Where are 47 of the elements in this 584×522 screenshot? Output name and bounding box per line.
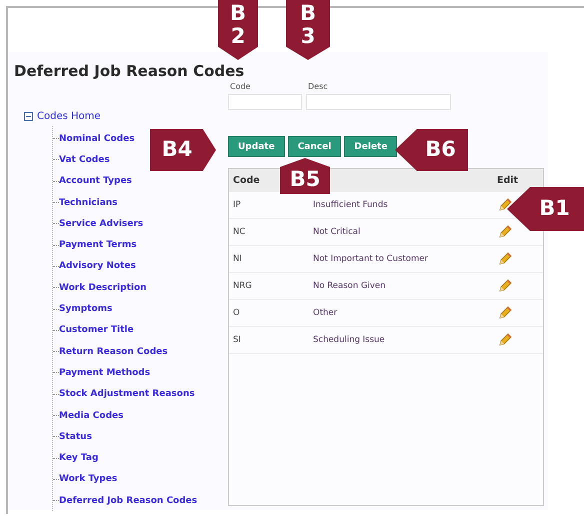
tree-link[interactable]: Technicians [59, 198, 118, 208]
tree-link[interactable]: Media Codes [59, 410, 124, 420]
tree-link[interactable]: Service Advisers [59, 218, 144, 229]
table-cell-text: NI [232, 254, 243, 264]
column-header: Edit [496, 174, 520, 186]
table-cell-text: Insufficient Funds [313, 199, 389, 212]
tree-link[interactable]: Key Tag [59, 453, 98, 464]
page-title: Deferred Job Reason Codes [14, 62, 246, 80]
text-field[interactable] [228, 94, 302, 110]
field-label: Code [229, 82, 252, 92]
callout-marker: B2 [218, 0, 258, 60]
tree-link[interactable]: Stock Adjustment Reasons [59, 389, 195, 400]
pencil-icon[interactable] [497, 332, 513, 348]
pencil-icon[interactable] [497, 305, 513, 321]
column-header: Code [232, 174, 261, 186]
pencil-icon[interactable] [497, 251, 513, 267]
tree-link[interactable]: Account Types [59, 176, 132, 186]
table-cell-text: No Reason Given [313, 280, 387, 293]
tree-link[interactable]: Payment Methods [59, 368, 150, 378]
tree-link[interactable]: Status [59, 432, 92, 442]
callout-marker: B4 [150, 129, 216, 171]
tree-link[interactable]: Customer Title [59, 325, 134, 336]
table-cell-text: Not Important to Customer [313, 253, 429, 266]
table-cell-text: Scheduling Issue [313, 334, 386, 347]
tree-link[interactable]: Vat Codes [59, 154, 110, 165]
table-cell-text: NRG [232, 281, 253, 291]
callout-marker: B3 [286, 0, 330, 60]
collapse-icon[interactable] [24, 112, 33, 120]
text-field[interactable] [306, 94, 451, 110]
field-label: Desc [307, 82, 329, 92]
tree-link[interactable]: Symptoms [59, 304, 112, 314]
table-cell-text: O [232, 308, 241, 318]
tree-link[interactable]: Work Description [59, 282, 147, 293]
tree-link[interactable]: Work Types [59, 474, 118, 484]
table-cell-text: SI [232, 335, 242, 345]
table-cell-text: Other [313, 307, 338, 320]
tree-link[interactable]: Deferred Job Reason Codes [59, 496, 198, 506]
pencil-icon[interactable] [497, 224, 513, 240]
table-cell-text: NC [232, 227, 246, 237]
table-cell-text: Not Critical [313, 226, 362, 239]
tree-link[interactable]: Payment Terms [59, 240, 137, 250]
tree-link[interactable]: Advisory Notes [59, 261, 136, 272]
tree-link[interactable]: Nominal Codes [59, 134, 135, 144]
tree-link[interactable]: Return Reason Codes [59, 346, 168, 357]
pencil-icon[interactable] [497, 278, 513, 294]
table-cell-text: IP [232, 200, 242, 210]
tree-link[interactable]: Codes Home [37, 110, 101, 122]
